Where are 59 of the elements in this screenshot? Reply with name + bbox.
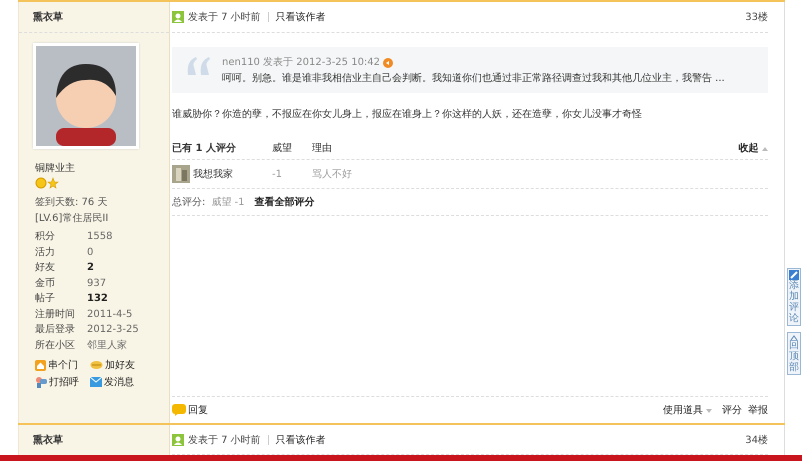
rate-link[interactable]: 评分 [722,403,742,417]
floor-number: 34楼 [745,434,768,446]
rating-score: -1 [272,168,283,180]
reply-button[interactable]: 回复 [172,403,208,417]
stat-label: 最后登录 [35,322,76,337]
stat-value: 0 [87,246,94,260]
rating-reason: 骂人不好 [312,168,353,181]
add-comment-button[interactable]: 添加评论 [787,268,801,326]
quote-meta: nen110 发表于 2012-3-25 10:42 [222,56,380,70]
author-name: 熏衣草 [32,433,64,448]
stat-label: 活力 [35,246,56,260]
stat-value: 1558 [87,230,114,244]
stat-label: 注册时间 [35,308,76,322]
post-time: 发表于 7 小时前 [188,10,261,24]
caret-down-icon [706,409,712,413]
stat-value: 2 [87,261,95,275]
author-only-link[interactable]: 只看该作者 [276,10,326,24]
user-rank: 铜牌业主 [34,162,76,176]
post-message: 谁威胁你？你造的孽，不报应在你女儿身上，报应在谁身上？你这样的人妖，还在造孽，你女儿没事才奇怪 [172,108,643,122]
mail-icon [90,377,102,387]
stat-value: 邻里人家 [87,338,128,352]
stat-value: 132 [87,292,109,306]
stat-value: 2011-4-5 [87,308,134,322]
rating-count: 已有 1 人评分 [172,142,237,155]
back-to-top-button[interactable]: 回顶部 [787,332,801,375]
column-header: 理由 [312,142,333,155]
caret-up-icon [762,147,768,151]
column-header: 威望 [272,142,293,155]
medal-icons [35,177,59,189]
house-icon [35,360,46,370]
author-name: 熏衣草 [19,2,169,33]
collapse-link[interactable]: 收起 [738,141,768,155]
stat-label: 积分 [35,230,56,244]
stat-label: 所在小区 [35,338,76,352]
use-tools-dropdown[interactable]: 使用道具 [662,403,712,417]
quote-mark-icon [186,55,212,75]
speech-bubble-icon [172,404,186,416]
report-link[interactable]: 举报 [748,403,768,417]
user-level: [LV.6]常住居民II [34,212,110,226]
checkin-days: 签到天数: 76 天 [19,195,169,211]
profile-action-link[interactable]: 串个门 [35,358,90,372]
profile-action-link[interactable]: 打招呼 [35,375,90,389]
stat-value: 2012-3-25 [87,323,140,337]
stat-value: 937 [87,276,108,290]
author-only-link[interactable]: 只看该作者 [276,432,326,446]
chat-icon [35,376,47,388]
rater-name: 我想我家 [193,168,233,181]
profile-action-link[interactable]: 发消息 [90,375,150,389]
post-time: 发表于 7 小时前 [188,434,261,446]
total-label: 总评分: [172,196,206,209]
stat-label: 帖子 [35,292,56,306]
floor-number: 33楼 [745,10,768,24]
view-all-ratings-link[interactable]: 查看全部评分 [254,195,315,209]
profile-action-link[interactable]: 加好友 [90,358,150,372]
quote-text: 呵呵。别急。谁是谁非我相信业主自己会判断。我知道你们也通过非正常路径调查过我和其他几位业主，我警告 ... [222,72,726,86]
stat-label: 好友 [35,261,56,275]
pencil-icon [789,270,799,280]
total-value: 威望 -1 [211,196,245,209]
stat-label: 金币 [35,276,56,290]
